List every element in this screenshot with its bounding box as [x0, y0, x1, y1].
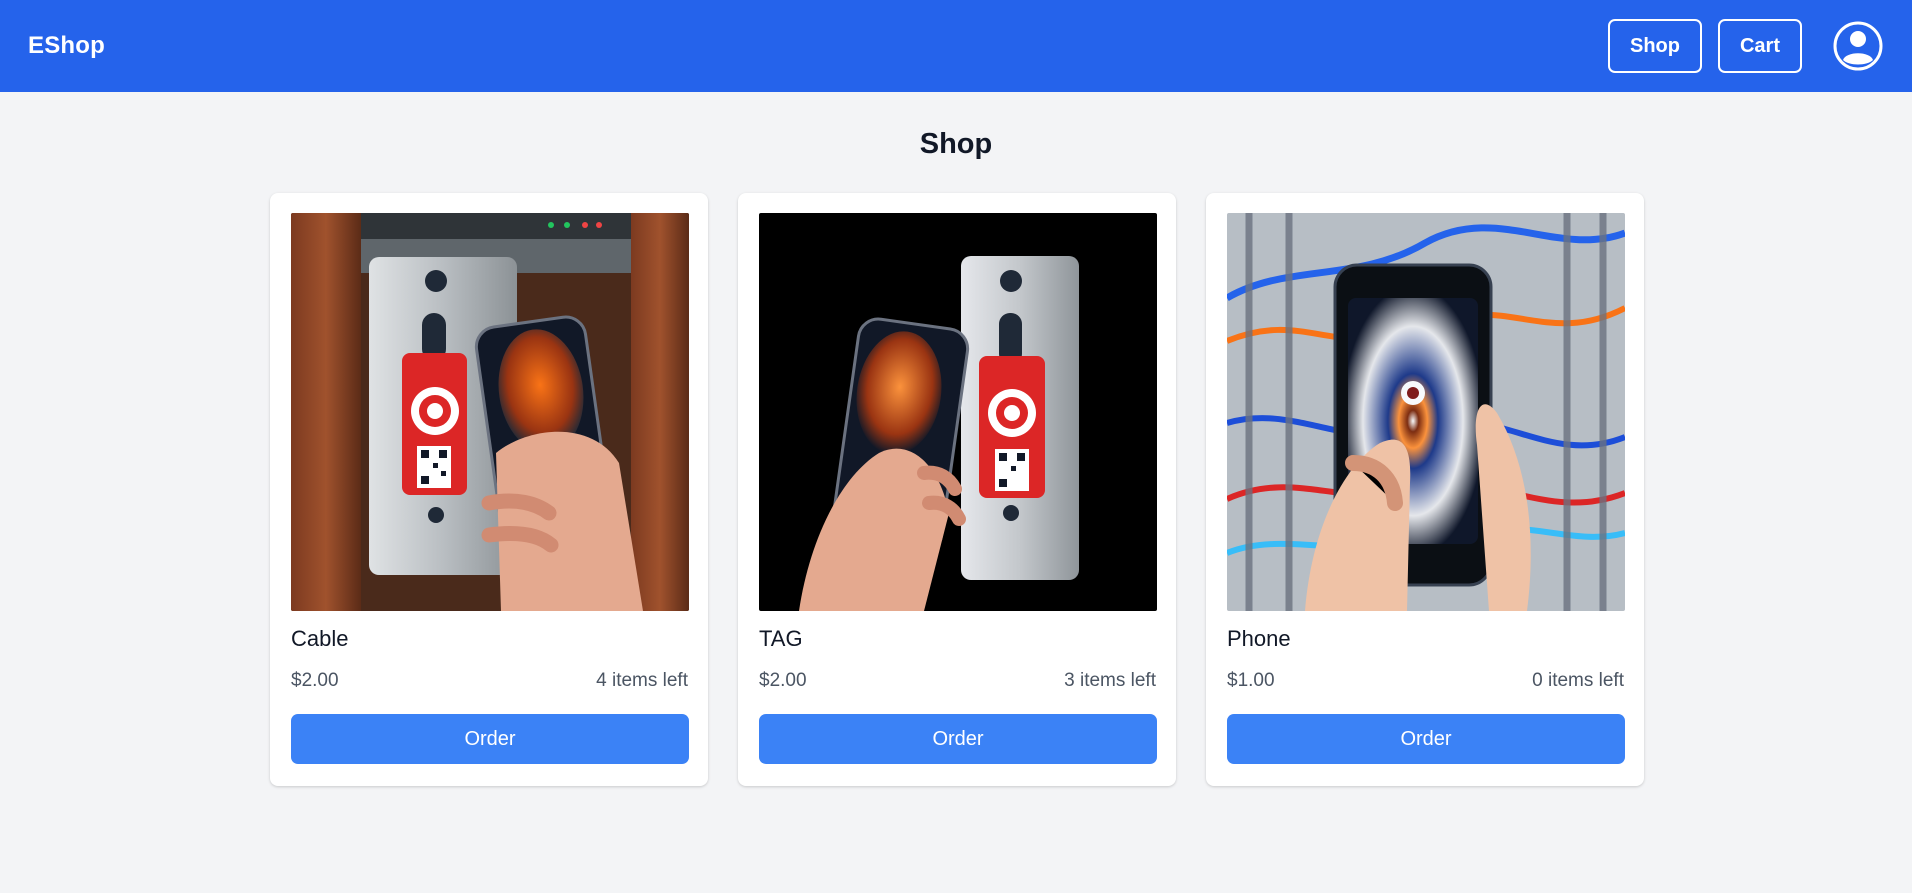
- brand-logo[interactable]: EShop: [28, 32, 105, 60]
- page-title: Shop: [919, 128, 993, 160]
- cart-button[interactable]: Cart: [1717, 19, 1802, 73]
- user-circle-icon: [1833, 21, 1883, 71]
- product-image[interactable]: [291, 213, 689, 611]
- product-stock: 3 items left: [1064, 670, 1156, 691]
- product-meta: $1.00 0 items left: [1227, 670, 1624, 692]
- product-card: Phone $1.00 0 items left Order: [1206, 193, 1644, 786]
- order-button[interactable]: Order: [291, 714, 689, 764]
- user-avatar-button[interactable]: [1832, 20, 1884, 72]
- product-card: TAG $2.00 3 items left Order: [738, 193, 1176, 786]
- product-price: $1.00: [1227, 670, 1275, 691]
- phone-fingerprint-tag-image: [759, 213, 1157, 611]
- product-meta: $2.00 3 items left: [759, 670, 1156, 692]
- product-meta: $2.00 4 items left: [291, 670, 688, 692]
- top-navbar: EShop Shop Cart: [0, 0, 1912, 92]
- phone-fingerprint-tag-image: [291, 213, 689, 611]
- order-button[interactable]: Order: [759, 714, 1157, 764]
- product-name: Cable: [291, 626, 349, 651]
- product-price: $2.00: [759, 670, 807, 691]
- order-button[interactable]: Order: [1227, 714, 1625, 764]
- product-stock: 0 items left: [1532, 670, 1624, 691]
- product-card: Cable $2.00 4 items left Order: [270, 193, 708, 786]
- product-grid: Cable $2.00 4 items left Order TAG $2.00…: [270, 193, 1644, 786]
- shop-button[interactable]: Shop: [1607, 19, 1702, 73]
- product-price: $2.00: [291, 670, 339, 691]
- product-name: TAG: [759, 626, 803, 651]
- product-image[interactable]: [759, 213, 1157, 611]
- product-stock: 4 items left: [596, 670, 688, 691]
- phone-eye-cables-image: [1227, 213, 1625, 611]
- nav-actions: Shop Cart: [1607, 19, 1884, 73]
- product-image[interactable]: [1227, 213, 1625, 611]
- product-name: Phone: [1227, 626, 1291, 651]
